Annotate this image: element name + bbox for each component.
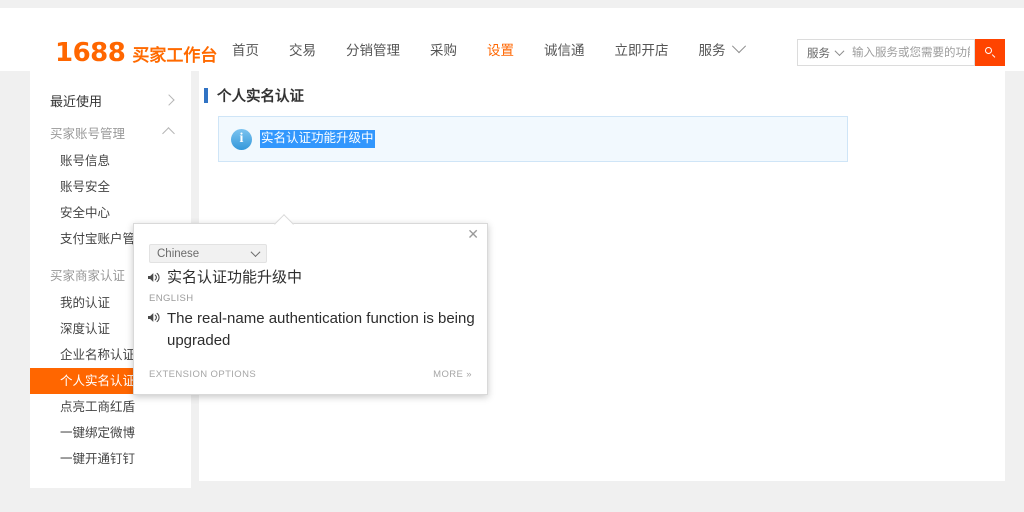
speaker-icon[interactable] bbox=[147, 271, 161, 284]
nav-item-chengxintong[interactable]: 诚信通 bbox=[544, 36, 585, 66]
chevron-right-icon bbox=[163, 94, 175, 106]
search-scope-label: 服务 bbox=[807, 47, 830, 60]
sidebar-group-account[interactable]: 买家账号管理 bbox=[30, 116, 191, 148]
chevron-down-icon bbox=[250, 247, 261, 258]
source-text: 实名认证功能升级中 bbox=[167, 269, 303, 286]
translate-popup: ✕ Chinese 实名认证功能升级中 ENGLISH The real-nam… bbox=[133, 214, 488, 395]
sidebar-item-open-dingding[interactable]: 一键开通钉钉 bbox=[30, 446, 191, 472]
nav-item-open-shop[interactable]: 立即开店 bbox=[615, 36, 669, 66]
nav-item-home[interactable]: 首页 bbox=[232, 36, 259, 66]
sidebar-item-account-security[interactable]: 账号安全 bbox=[30, 174, 191, 200]
search-scope-select[interactable]: 服务 bbox=[807, 45, 845, 61]
search-icon bbox=[984, 47, 996, 58]
notice-banner: i 实名认证功能升级中 bbox=[218, 116, 848, 162]
more-link[interactable]: MORE » bbox=[433, 369, 472, 380]
speaker-icon[interactable] bbox=[147, 311, 161, 324]
nav-item-distribution[interactable]: 分销管理 bbox=[346, 36, 400, 66]
header-search: 服务 bbox=[797, 39, 1005, 66]
extension-options-link[interactable]: EXTENSION OPTIONS bbox=[149, 369, 256, 380]
chevron-down-icon bbox=[834, 46, 845, 57]
notice-text: 实名认证功能升级中 bbox=[260, 130, 375, 148]
nav-item-purchase[interactable]: 采购 bbox=[430, 36, 457, 66]
nav-more-chevron-down-icon[interactable] bbox=[731, 36, 746, 66]
site-header: 1688 买家工作台 首页 交易 分销管理 采购 设置 诚信通 立即开店 服务 … bbox=[0, 8, 1024, 71]
logo-number: 1688 bbox=[55, 38, 126, 68]
info-icon: i bbox=[231, 128, 252, 150]
nav-item-settings[interactable]: 设置 bbox=[487, 36, 514, 66]
sidebar-group-account-label: 买家账号管理 bbox=[50, 126, 126, 141]
source-language-value: Chinese bbox=[157, 247, 200, 260]
sidebar-item-bind-weibo[interactable]: 一键绑定微博 bbox=[30, 420, 191, 446]
chevron-up-icon bbox=[162, 127, 175, 140]
logo-text: 买家工作台 bbox=[132, 46, 218, 65]
close-icon[interactable]: ✕ bbox=[467, 228, 479, 242]
page-title-text: 个人实名认证 bbox=[217, 89, 304, 105]
target-language-label: ENGLISH bbox=[149, 293, 194, 304]
search-input[interactable] bbox=[850, 45, 972, 60]
title-accent-bar bbox=[204, 88, 208, 103]
body-area: 最近使用 买家账号管理 账号信息 账号安全 安全中心 支付宝账户管理 买家商家认… bbox=[0, 71, 1024, 512]
target-text-row: The real-name authentication function is… bbox=[147, 308, 482, 352]
nav-item-trade[interactable]: 交易 bbox=[289, 36, 316, 66]
nav-item-service[interactable]: 服务 bbox=[699, 36, 726, 66]
sidebar-group-certification-label: 买家商家认证 bbox=[50, 268, 126, 283]
page-title: 个人实名认证 bbox=[204, 85, 304, 106]
site-logo[interactable]: 1688 买家工作台 bbox=[55, 38, 217, 68]
sidebar-item-business-shield[interactable]: 点亮工商红盾 bbox=[30, 394, 191, 420]
source-text-row: 实名认证功能升级中 bbox=[147, 268, 477, 287]
source-language-select[interactable]: Chinese bbox=[149, 244, 267, 263]
main-nav: 首页 交易 分销管理 采购 设置 诚信通 立即开店 服务 bbox=[232, 36, 746, 66]
target-text: The real-name authentication function is… bbox=[167, 310, 475, 349]
sidebar-group-recent[interactable]: 最近使用 bbox=[30, 84, 191, 116]
page-root: 1688 买家工作台 首页 交易 分销管理 采购 设置 诚信通 立即开店 服务 … bbox=[0, 0, 1024, 512]
search-button[interactable] bbox=[975, 39, 1005, 66]
sidebar-group-recent-label: 最近使用 bbox=[50, 93, 103, 109]
popup-footer: EXTENSION OPTIONS MORE » bbox=[134, 369, 487, 380]
sidebar-item-account-info[interactable]: 账号信息 bbox=[30, 148, 191, 174]
search-box: 服务 bbox=[797, 39, 975, 66]
